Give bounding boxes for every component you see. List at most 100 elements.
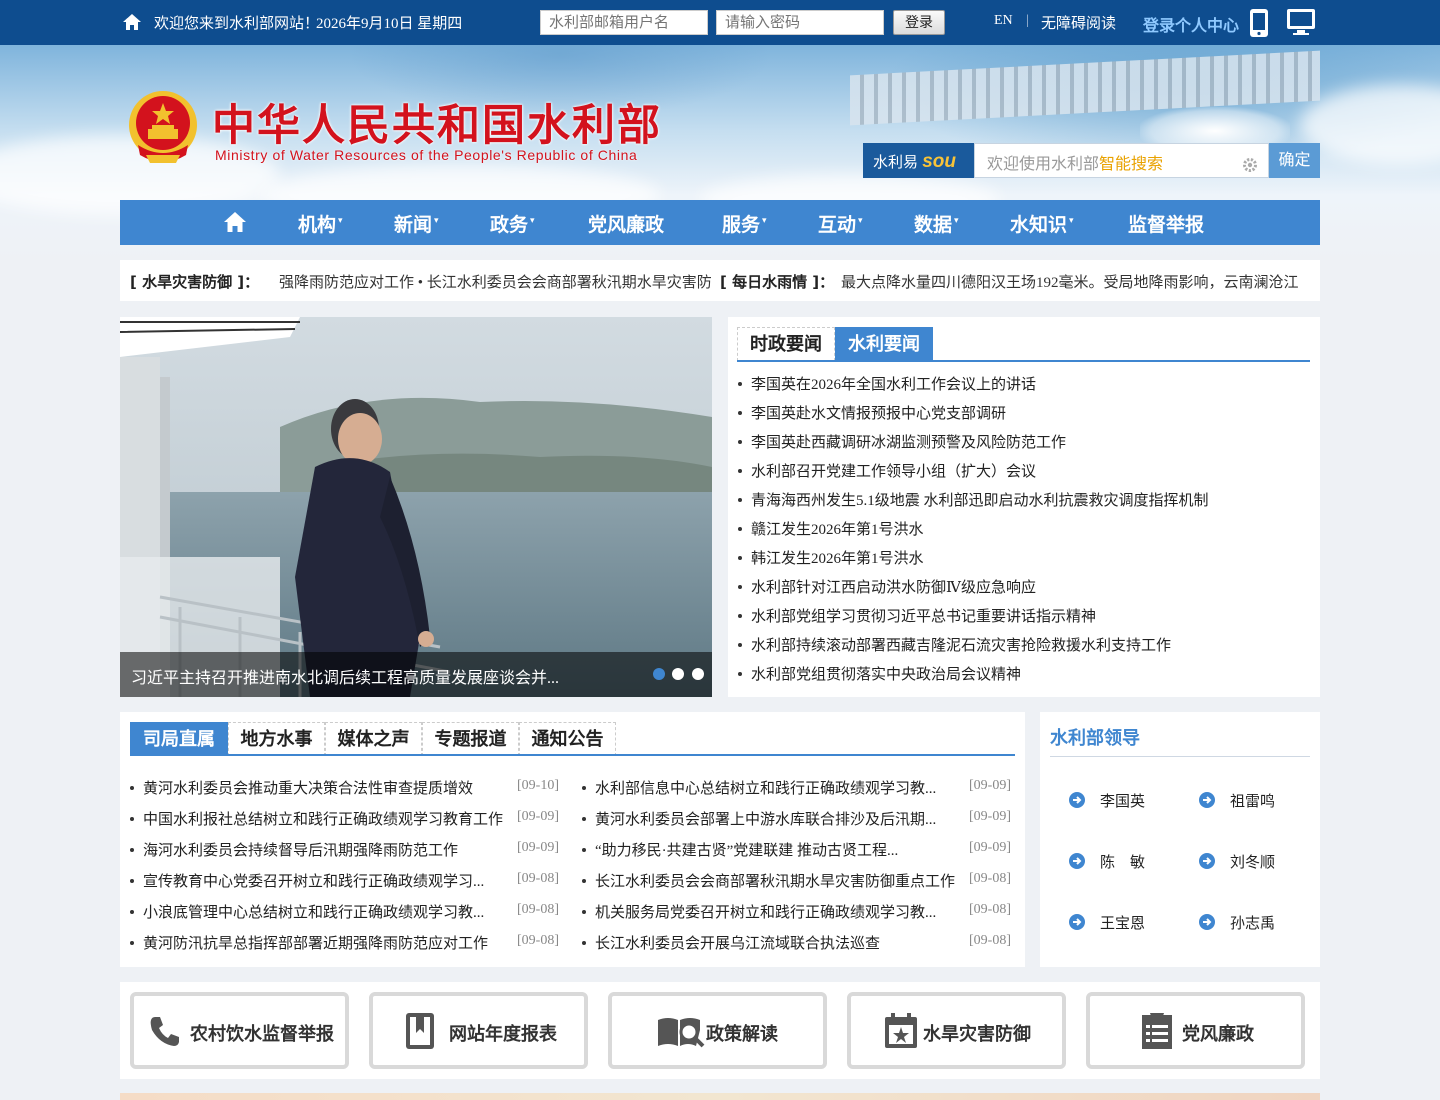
dept-news-item[interactable]: 机关服务局党委召开树立和践行正确政绩观学习教... [09-08]: [582, 901, 1014, 922]
news-title[interactable]: 黄河水利委员会推动重大决策合法性审查提质增效: [143, 781, 473, 797]
home-icon[interactable]: [223, 211, 247, 233]
news-title[interactable]: 水利部党组贯彻落实中央政治局会议精神: [751, 667, 1021, 683]
tab-special-reports[interactable]: 专题报道: [422, 722, 519, 756]
site-title[interactable]: 中华人民共和国水利部: [212, 91, 662, 153]
leaders-title[interactable]: 水利部领导: [1050, 724, 1140, 750]
site-search-input[interactable]: 欢迎使用水利部智能搜索: [974, 143, 1269, 178]
news-list-item[interactable]: 李国英赴水文情报预报中心党支部调研: [738, 402, 1006, 423]
news-list-item[interactable]: 水利部党组贯彻落实中央政治局会议精神: [738, 663, 1021, 684]
leader-name[interactable]: 王宝恩: [1100, 912, 1145, 933]
news-list-item[interactable]: 李国英赴西藏调研冰湖监测预警及风险防范工作: [738, 431, 1066, 452]
tab-media-voice[interactable]: 媒体之声: [325, 722, 422, 756]
ticker-label-flood[interactable]: [ 水旱灾害防御 ]：: [130, 271, 259, 292]
leader-name[interactable]: 李国英: [1100, 790, 1145, 811]
nav-item-data[interactable]: 数据 ▾: [914, 210, 959, 237]
news-list-item[interactable]: 水利部召开党建工作领导小组（扩大）会议: [738, 460, 1036, 481]
news-list-item[interactable]: 水利部持续滚动部署西藏吉隆泥石流灾害抢险救援水利支持工作: [738, 634, 1171, 655]
news-title[interactable]: 小浪底管理中心总结树立和践行正确政绩观学习教...: [143, 905, 484, 921]
carousel-photo[interactable]: [120, 317, 712, 697]
tab-notices[interactable]: 通知公告: [519, 722, 616, 756]
news-list-item[interactable]: 赣江发生2026年第1号洪水: [738, 518, 924, 539]
dept-news-item[interactable]: 黄河防汛抗旱总指挥部部署近期强降雨防范应对工作 [09-08]: [130, 932, 562, 953]
dept-news-item[interactable]: 黄河水利委员会推动重大决策合法性审查提质增效 [09-10]: [130, 777, 562, 798]
nav-item-integrity[interactable]: 党风廉政: [588, 210, 664, 237]
nav-label: 新闻: [394, 214, 433, 236]
leader-name[interactable]: 祖雷鸣: [1230, 790, 1275, 811]
news-title[interactable]: 赣江发生2026年第1号洪水: [751, 522, 924, 538]
dept-news-item[interactable]: 水利部信息中心总结树立和践行正确政绩观学习教... [09-09]: [582, 777, 1014, 798]
news-list-item[interactable]: 韩江发生2026年第1号洪水: [738, 547, 924, 568]
tab-current-affairs[interactable]: 时政要闻: [737, 327, 835, 361]
nav-item-water-knowledge[interactable]: 水知识 ▾: [1010, 210, 1074, 237]
leader-name[interactable]: 陈 敏: [1100, 851, 1145, 872]
quick-link-annual-report[interactable]: 网站年度报表: [369, 992, 588, 1069]
ticker-label-rainfall[interactable]: [ 每日水雨情 ]：: [720, 271, 834, 292]
news-title[interactable]: 海河水利委员会持续督导后汛期强降雨防范工作: [143, 843, 458, 859]
photo-carousel[interactable]: 习近平主持召开推进南水北调后续工程高质量发展座谈会并...: [120, 317, 712, 697]
leader-name[interactable]: 刘冬顺: [1230, 851, 1275, 872]
news-title[interactable]: 水利部党组学习贯彻习近平总书记重要讲话指示精神: [751, 609, 1096, 625]
news-title[interactable]: 长江水利委员会开展乌江流域联合执法巡查: [595, 936, 880, 952]
news-title[interactable]: 水利部召开党建工作领导小组（扩大）会议: [751, 464, 1036, 480]
nav-item-organization[interactable]: 机构 ▾: [298, 210, 343, 237]
news-title[interactable]: 李国英赴西藏调研冰湖监测预警及风险防范工作: [751, 435, 1066, 451]
news-list-item[interactable]: 青海海西州发生5.1级地震 水利部迅即启动水利抗震救灾调度指挥机制: [738, 489, 1209, 510]
news-list-item[interactable]: 水利部党组学习贯彻习近平总书记重要讲话指示精神: [738, 605, 1096, 626]
dept-news-item[interactable]: 宣传教育中心党委召开树立和践行正确政绩观学习... [09-08]: [130, 870, 562, 891]
quick-link-policy-interpretation[interactable]: 政策解读: [608, 992, 827, 1069]
national-emblem-icon[interactable]: [126, 89, 200, 169]
nav-item-government-affairs[interactable]: 政务 ▾: [490, 210, 535, 237]
password-input[interactable]: [716, 10, 884, 35]
news-title[interactable]: 长江水利委员会会商部署秋汛期水旱灾害防御重点工作: [595, 874, 955, 890]
tab-local-water-affairs[interactable]: 地方水事: [228, 722, 325, 756]
ticker-text-flood[interactable]: 强降雨防范应对工作 • 长江水利委员会会商部署秋汛期水旱灾害防御重点工作: [279, 271, 711, 292]
quick-link-flood-drought[interactable]: 水旱灾害防御: [847, 992, 1066, 1069]
login-button[interactable]: 登录: [893, 10, 945, 35]
quick-link-rural-water[interactable]: 农村饮水监督举报: [130, 992, 349, 1069]
personal-center-link[interactable]: 登录个人中心: [1143, 12, 1239, 36]
carousel-dot-1[interactable]: [653, 668, 665, 680]
username-input[interactable]: [540, 10, 708, 35]
news-title[interactable]: 韩江发生2026年第1号洪水: [751, 551, 924, 567]
quick-link-integrity[interactable]: 党风廉政: [1086, 992, 1305, 1069]
nav-item-interaction[interactable]: 互动 ▾: [818, 210, 863, 237]
desktop-icon[interactable]: [1286, 8, 1316, 36]
nav-item-supervision-report[interactable]: 监督举报: [1128, 210, 1204, 237]
news-list-item[interactable]: 水利部针对江西启动洪水防御Ⅳ级应急响应: [738, 576, 1036, 597]
search-button[interactable]: 确定: [1269, 143, 1320, 178]
news-title[interactable]: 李国英在2026年全国水利工作会议上的讲话: [751, 377, 1036, 393]
english-link[interactable]: EN: [994, 13, 1013, 29]
news-title[interactable]: 黄河水利委员会部署上中游水库联合排沙及后汛期...: [595, 812, 936, 828]
dept-news-item[interactable]: 海河水利委员会持续督导后汛期强降雨防范工作 [09-09]: [130, 839, 562, 860]
news-title[interactable]: 机关服务局党委召开树立和践行正确政绩观学习教...: [595, 905, 936, 921]
leader-name[interactable]: 孙志禹: [1230, 912, 1275, 933]
mobile-phone-icon[interactable]: [1249, 8, 1269, 38]
news-list-item[interactable]: 李国英在2026年全国水利工作会议上的讲话: [738, 373, 1036, 394]
nav-item-services[interactable]: 服务 ▾: [722, 210, 767, 237]
carousel-dot-3[interactable]: [692, 668, 704, 680]
news-title[interactable]: 水利部持续滚动部署西藏吉隆泥石流灾害抢险救援水利支持工作: [751, 638, 1171, 654]
news-title[interactable]: 李国英赴水文情报预报中心党支部调研: [751, 406, 1006, 422]
tab-water-news[interactable]: 水利要闻: [835, 327, 933, 361]
news-title[interactable]: 水利部针对江西启动洪水防御Ⅳ级应急响应: [751, 580, 1036, 596]
ticker-text-rainfall[interactable]: 最大点降水量四川德阳汉王场192毫米。受局地降雨影响，云南澜沧江: [841, 271, 1303, 292]
dept-news-item[interactable]: 长江水利委员会会商部署秋汛期水旱灾害防御重点工作 [09-08]: [582, 870, 1014, 891]
dept-news-item[interactable]: “助力移民·共建古贤”党建联建 推动古贤工程... [09-09]: [582, 839, 1014, 860]
nav-item-news[interactable]: 新闻 ▾: [394, 210, 439, 237]
carousel-dot-2[interactable]: [672, 668, 684, 680]
dept-news-item[interactable]: 长江水利委员会开展乌江流域联合执法巡查 [09-08]: [582, 932, 1014, 953]
news-title[interactable]: 水利部信息中心总结树立和践行正确政绩观学习教...: [595, 781, 936, 797]
news-title[interactable]: 黄河防汛抗旱总指挥部部署近期强降雨防范应对工作: [143, 936, 488, 952]
news-title[interactable]: 宣传教育中心党委召开树立和践行正确政绩观学习...: [143, 874, 484, 890]
dept-news-item[interactable]: 小浪底管理中心总结树立和践行正确政绩观学习教... [09-08]: [130, 901, 562, 922]
gear-icon[interactable]: [1242, 157, 1258, 173]
home-icon[interactable]: [122, 13, 142, 31]
dept-news-item[interactable]: 中国水利报社总结树立和践行正确政绩观学习教育工作 [09-09]: [130, 808, 562, 829]
carousel-caption[interactable]: 习近平主持召开推进南水北调后续工程高质量发展座谈会并...: [120, 652, 712, 697]
news-title[interactable]: 中国水利报社总结树立和践行正确政绩观学习教育工作: [143, 812, 503, 828]
news-title[interactable]: “助力移民·共建古贤”党建联建 推动古贤工程...: [595, 843, 898, 859]
accessible-reading-link[interactable]: 无障碍阅读: [1041, 12, 1116, 33]
news-title[interactable]: 青海海西州发生5.1级地震 水利部迅即启动水利抗震救灾调度指挥机制: [751, 493, 1209, 509]
dept-news-item[interactable]: 黄河水利委员会部署上中游水库联合排沙及后汛期... [09-09]: [582, 808, 1014, 829]
tab-departments[interactable]: 司局直属: [130, 722, 228, 756]
